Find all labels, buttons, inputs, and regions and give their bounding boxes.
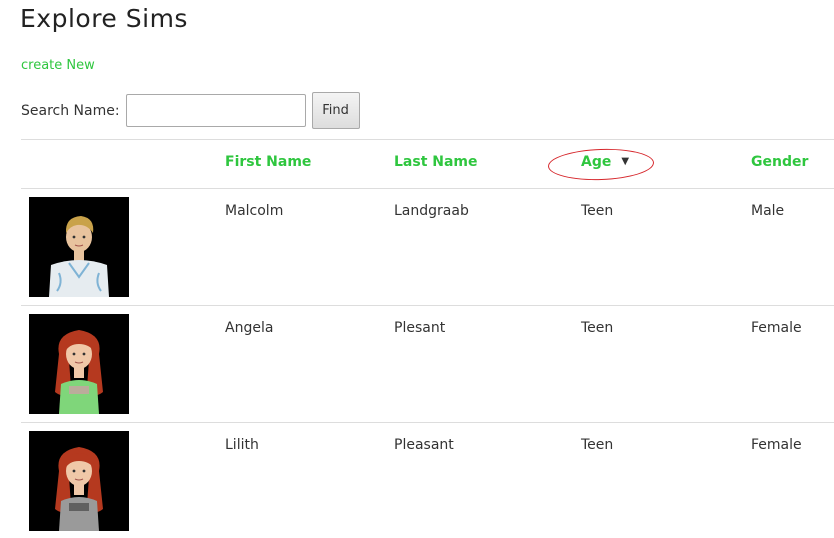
sim-portrait-image xyxy=(29,314,129,414)
gender-cell: Female xyxy=(751,437,802,453)
first-name-column-header[interactable]: First Name xyxy=(225,154,311,170)
gender-column-header[interactable]: Gender xyxy=(751,154,808,170)
search-name-input[interactable] xyxy=(125,94,306,127)
sim-portrait-image xyxy=(29,197,129,297)
first-name-cell: Angela xyxy=(225,320,274,336)
explore-sims-page: Explore Sims create New Search Name: Fin… xyxy=(0,0,834,538)
sim-portrait xyxy=(29,197,129,297)
sim-portrait-image xyxy=(29,431,129,531)
search-form: Search Name: Find xyxy=(21,92,360,129)
last-name-cell: Landgraab xyxy=(394,203,469,219)
last-name-cell: Pleasant xyxy=(394,437,454,453)
last-name-cell: Plesant xyxy=(394,320,446,336)
age-cell: Teen xyxy=(581,320,614,336)
table-header: First Name Last Name Age ▼ Gender xyxy=(21,139,834,189)
create-new-link[interactable]: create New xyxy=(21,58,95,73)
sim-portrait xyxy=(29,314,129,414)
red-annotation-circle xyxy=(547,147,655,182)
table-row: Angela Plesant Teen Female xyxy=(21,306,834,423)
first-name-cell: Malcolm xyxy=(225,203,284,219)
gender-cell: Male xyxy=(751,203,785,219)
age-cell: Teen xyxy=(581,203,614,219)
table-row: Lilith Pleasant Teen Female xyxy=(21,423,834,538)
search-name-label: Search Name: xyxy=(21,102,120,119)
table-body: Malcolm Landgraab Teen Male Angela Plesa… xyxy=(21,189,834,538)
age-cell: Teen xyxy=(581,437,614,453)
last-name-column-header[interactable]: Last Name xyxy=(394,154,478,170)
sim-portrait xyxy=(29,431,129,531)
table-row: Malcolm Landgraab Teen Male xyxy=(21,189,834,306)
sims-table: First Name Last Name Age ▼ Gender Malcolm… xyxy=(21,139,834,538)
page-title: Explore Sims xyxy=(20,4,188,33)
gender-cell: Female xyxy=(751,320,802,336)
first-name-cell: Lilith xyxy=(225,437,259,453)
find-button[interactable]: Find xyxy=(311,92,360,129)
